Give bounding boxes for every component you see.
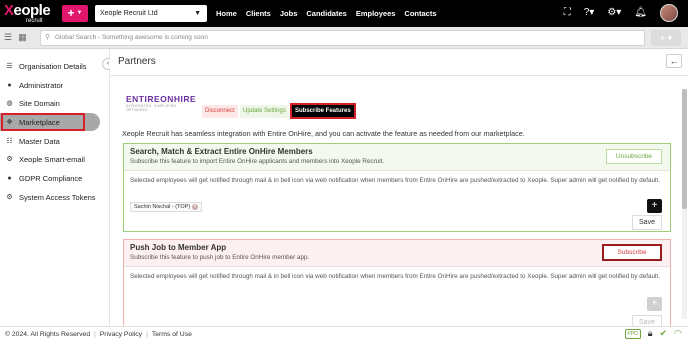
feature-card-push-job: Push Job to Member App Subscribe this fe…: [123, 239, 671, 330]
sidebar-item-label: Xeople Smart-email: [19, 154, 85, 164]
sidebar-item-label: System Access Tokens: [19, 192, 96, 202]
lock-icon[interactable]: 🔒︎: [648, 328, 653, 339]
subscribe-button[interactable]: Subscribe: [602, 244, 662, 261]
nav-home[interactable]: Home: [216, 9, 237, 18]
check-circle-icon[interactable]: ✔: [660, 328, 668, 339]
sidebar-item-organisation-details[interactable]: ☰ Organisation Details: [0, 57, 100, 75]
quick-add-button[interactable]: + ▼: [62, 5, 88, 22]
top-icons: ⛶ ?▾ ⚙▾ 🔔︎: [564, 4, 678, 22]
nav-contacts[interactable]: Contacts: [404, 9, 436, 18]
globe-icon: ◍: [6, 100, 13, 107]
sidebar-item-label: Administrator: [19, 80, 64, 90]
sidebar-item-label: Organisation Details: [19, 61, 87, 71]
search-icon: ⚲: [45, 34, 51, 41]
scrollbar-thumb[interactable]: [682, 89, 687, 209]
update-settings-button[interactable]: Update Settings: [240, 105, 289, 118]
company-select[interactable]: Xeople Recruit Ltd ▼: [95, 5, 207, 22]
ppd-badge[interactable]: PPD: [624, 328, 641, 339]
separator: |: [94, 331, 96, 338]
search-placeholder: Global Search - Something awesome is com…: [55, 34, 208, 41]
gear-icon: ⚙: [6, 156, 13, 163]
nav-candidates[interactable]: Candidates: [306, 9, 346, 18]
unsubscribe-button[interactable]: Unsubscribe: [606, 149, 662, 164]
highlight-box: [1, 113, 85, 131]
list-view-icon[interactable]: ☰: [4, 32, 12, 43]
feature-card-search-match: Search, Match & Extract Entire OnHire Me…: [123, 143, 671, 232]
footer-icons: PPD 🔒︎ ✔ ◠: [624, 328, 682, 339]
card-note: Selected employees will get notified thr…: [130, 273, 660, 280]
back-button[interactable]: ←: [666, 54, 682, 68]
save-button[interactable]: Save: [632, 215, 662, 230]
user-shield-icon: ●: [7, 174, 12, 182]
card-header: Search, Match & Extract Entire OnHire Me…: [124, 144, 670, 171]
xeople-logo[interactable]: Xeople recruit: [4, 2, 56, 26]
remove-icon[interactable]: ×: [192, 204, 199, 210]
fullscreen-icon[interactable]: ⛶: [564, 4, 571, 22]
avatar[interactable]: [660, 4, 678, 22]
search-add-button[interactable]: + ▾: [651, 30, 681, 46]
partner-tagline: INTEGRATED. SIMPLIFIED. OPTIMISED.: [126, 104, 178, 112]
sidebar: ☰ Organisation Details ● Administrator ◍…: [0, 49, 110, 326]
chevron-down-icon: ▼: [194, 10, 201, 17]
card-title: Push Job to Member App: [130, 243, 227, 252]
footer-links: | Privacy Policy | Terms of Use: [90, 331, 192, 338]
main-content: Partners ← ENTIREONHIRE INTEGRATED. SIMP…: [110, 49, 688, 330]
page-title: Partners: [118, 56, 156, 67]
entire-onhire-logo: ENTIREONHIRE INTEGRATED. SIMPLIFIED. OPT…: [126, 94, 197, 112]
gear-icon[interactable]: ⚙▾: [607, 4, 621, 22]
copyright: © 2024. All Rights Reserved: [5, 331, 91, 338]
sidebar-item-master-data[interactable]: ☷ Master Data: [0, 132, 100, 150]
help-icon[interactable]: ?▾: [584, 4, 595, 22]
chevron-down-icon: ▼: [76, 10, 83, 17]
card-note: Selected employees will get notified thr…: [130, 177, 660, 184]
nav-jobs[interactable]: Jobs: [280, 9, 298, 18]
database-icon: ☷: [6, 138, 13, 145]
card-desc: Subscribe this feature to push job to En…: [130, 254, 310, 261]
bell-icon[interactable]: 🔔︎: [634, 4, 647, 22]
global-search-input[interactable]: ⚲ Global Search - Something awesome is c…: [40, 30, 645, 46]
privacy-policy-link[interactable]: Privacy Policy: [100, 331, 142, 338]
sidebar-item-system-access-tokens[interactable]: ⚙ System Access Tokens: [0, 188, 100, 206]
sidebar-item-administrator[interactable]: ● Administrator: [0, 76, 100, 94]
separator: |: [146, 331, 148, 338]
card-header: Push Job to Member App Subscribe this fe…: [124, 240, 670, 267]
grid-view-icon[interactable]: ▦: [18, 32, 27, 43]
wifi-icon[interactable]: ◠: [674, 328, 682, 339]
footer: © 2024. All Rights Reserved | Privacy Pol…: [0, 326, 688, 342]
top-bar: Xeople recruit + ▼ Xeople Recruit Ltd ▼ H…: [0, 0, 688, 27]
view-toggle: ☰ ▦: [4, 32, 27, 43]
sidebar-item-site-domain[interactable]: ◍ Site Domain: [0, 94, 100, 112]
user-icon: ●: [7, 81, 12, 89]
card-title: Search, Match & Extract Entire OnHire Me…: [130, 147, 313, 156]
main-nav: Home Clients Jobs Candidates Employees C…: [216, 0, 437, 27]
intro-text: Xeople Recruit has seamless integration …: [122, 129, 525, 138]
sidebar-item-label: Master Data: [19, 136, 60, 146]
brand-sub: recruit: [26, 18, 43, 24]
disconnect-button[interactable]: Disconnect: [202, 105, 238, 118]
brand-name: Xeople: [4, 2, 51, 19]
cog-icon: ⚙: [6, 194, 13, 201]
card-desc: Subscribe this feature to import Entire …: [130, 158, 385, 165]
sidebar-item-marketplace[interactable]: ✥ Marketplace: [0, 113, 100, 131]
chip-label: Sachin Nischal - (TOP): [134, 204, 191, 210]
nav-clients[interactable]: Clients: [246, 9, 271, 18]
terms-link[interactable]: Terms of Use: [152, 331, 192, 338]
partner-name: ENTIREONHIRE: [126, 94, 197, 104]
sidebar-item-label: GDPR Compliance: [19, 173, 83, 183]
add-employee-button[interactable]: +: [647, 199, 662, 213]
sidebar-item-gdpr-compliance[interactable]: ● GDPR Compliance: [0, 169, 100, 187]
company-select-value: Xeople Recruit Ltd: [100, 10, 158, 17]
scrollbar[interactable]: [682, 89, 687, 319]
employee-chip[interactable]: Sachin Nischal - (TOP) ×: [130, 202, 203, 212]
divider: [110, 75, 688, 76]
nav-employees[interactable]: Employees: [356, 9, 396, 18]
sidebar-item-smart-email[interactable]: ⚙ Xeople Smart-email: [0, 150, 100, 168]
list-icon: ☰: [6, 63, 13, 70]
add-employee-button[interactable]: +: [647, 297, 662, 311]
sidebar-item-label: Site Domain: [19, 98, 60, 108]
subscribe-features-button[interactable]: Subscribe Features: [290, 103, 356, 119]
search-row: ☰ ▦ ⚲ Global Search - Something awesome …: [0, 27, 688, 49]
